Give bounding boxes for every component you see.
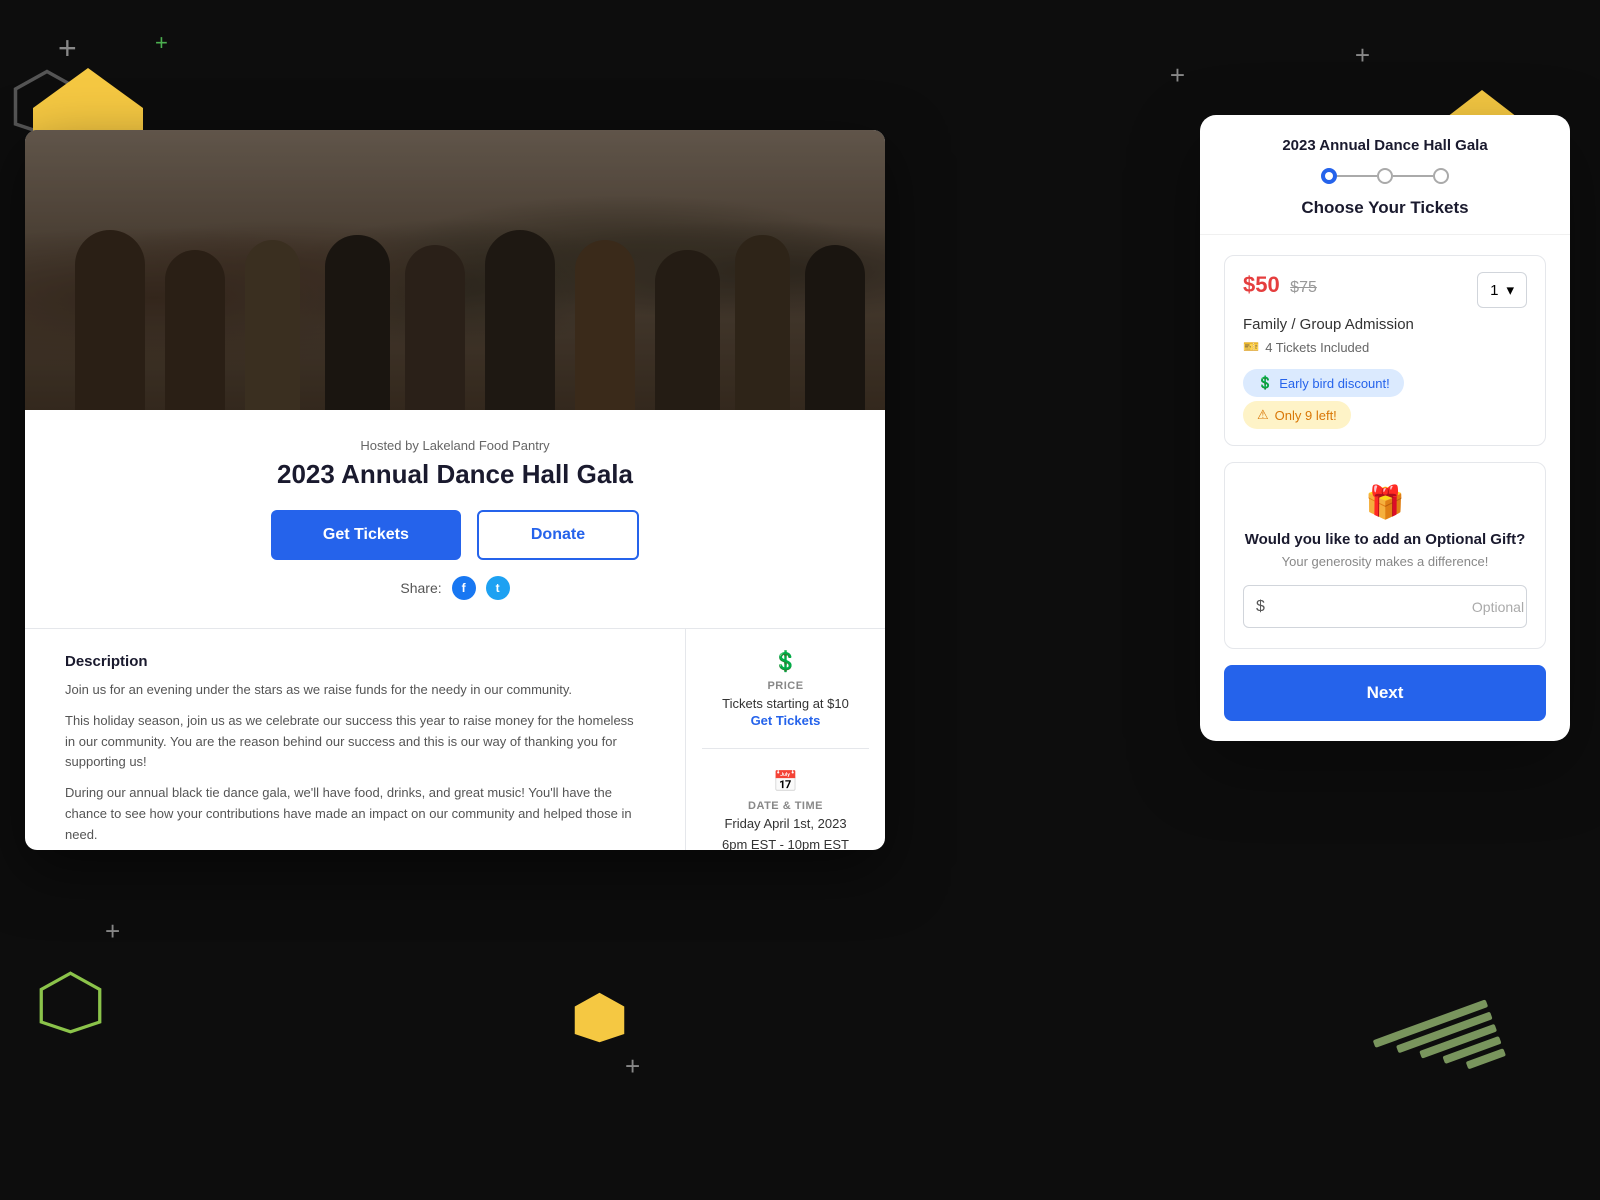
quantity-value: 1: [1490, 282, 1498, 299]
crowd-silhouettes: [25, 210, 885, 410]
quantity-selector[interactable]: 1 ▾: [1477, 272, 1527, 308]
description-heading: Description: [65, 653, 645, 670]
gift-input-row[interactable]: $ Optional: [1243, 585, 1527, 628]
panel-body: $50 $75 1 ▾ Family / Group Admission 🎫 4…: [1200, 235, 1570, 741]
hosted-by: Hosted by Lakeland Food Pantry: [65, 438, 845, 453]
deco-hex-outline-gray: [12, 68, 82, 138]
info-divider-1: [702, 748, 869, 749]
event-lower: Description Join us for an evening under…: [25, 628, 885, 850]
ticket-includes: 🎫 4 Tickets Included: [1243, 339, 1527, 355]
event-description: Description Join us for an evening under…: [25, 628, 685, 850]
early-bird-badge: 💲 Early bird discount!: [1243, 369, 1404, 397]
event-hero: [25, 130, 885, 410]
choose-tickets-label: Choose Your Tickets: [1224, 198, 1546, 218]
dollar-sign: $: [1256, 598, 1265, 616]
time-value: 6pm EST - 10pm EST: [702, 836, 869, 850]
desc-para-2: This holiday season, join us as we celeb…: [65, 711, 645, 773]
panel-header: 2023 Annual Dance Hall Gala Choose Your …: [1200, 115, 1570, 235]
desc-para-3: During our annual black tie dance gala, …: [65, 783, 645, 845]
gift-subtitle: Your generosity makes a difference!: [1243, 554, 1527, 569]
progress-steps: [1224, 168, 1546, 184]
ticket-includes-text: 4 Tickets Included: [1265, 340, 1369, 355]
price-info-block: 💲 PRICE Tickets starting at $10 Get Tick…: [702, 649, 869, 728]
price-value: Tickets starting at $10: [702, 695, 869, 713]
event-sidebar-right: 💲 PRICE Tickets starting at $10 Get Tick…: [685, 628, 885, 850]
deco-stripes: [1373, 986, 1558, 1135]
date-info-block: 📅 DATE & TIME Friday April 1st, 2023 6pm…: [702, 769, 869, 850]
deco-plus-6: +: [625, 1053, 640, 1080]
price-sale: $50: [1243, 272, 1280, 297]
event-page: Hosted by Lakeland Food Pantry 2023 Annu…: [25, 130, 885, 850]
deco-hex-outline-green: [38, 970, 103, 1035]
quantity-arrow: ▾: [1506, 281, 1514, 299]
gift-placeholder: Optional: [1472, 599, 1524, 615]
gift-title: Would you like to add an Optional Gift?: [1243, 531, 1527, 548]
price-label: PRICE: [702, 680, 869, 692]
get-tickets-button[interactable]: Get Tickets: [271, 510, 461, 560]
share-row: Share: f t: [65, 576, 845, 600]
step-3: [1433, 168, 1449, 184]
date-value: Friday April 1st, 2023: [702, 815, 869, 833]
step-2: [1377, 168, 1393, 184]
panel-title: 2023 Annual Dance Hall Gala: [1224, 137, 1546, 154]
deco-hex-filled-yellow: [572, 990, 627, 1045]
warning-icon: ⚠: [1257, 407, 1269, 423]
deco-plus-2: +: [155, 32, 168, 55]
step-line-1: [1337, 175, 1377, 177]
step-1: [1321, 168, 1337, 184]
deco-plus-5: +: [105, 918, 120, 945]
ticket-price-block: $50 $75: [1243, 272, 1317, 298]
ticket-top-row: $50 $75 1 ▾: [1243, 272, 1527, 308]
event-title: 2023 Annual Dance Hall Gala: [65, 459, 845, 490]
low-stock-badge: ⚠ Only 9 left!: [1243, 401, 1351, 429]
price-icon: 💲: [702, 649, 869, 674]
ticket-name: Family / Group Admission: [1243, 316, 1527, 333]
price-original: $75: [1290, 279, 1317, 296]
deco-plus-3: +: [1170, 62, 1185, 89]
ticket-icon: 🎫: [1243, 339, 1259, 355]
gift-icon: 🎁: [1243, 483, 1527, 521]
desc-para-1: Join us for an evening under the stars a…: [65, 680, 645, 701]
event-content: Hosted by Lakeland Food Pantry 2023 Annu…: [25, 410, 885, 628]
ticket-badges: 💲 Early bird discount! ⚠ Only 9 left!: [1243, 365, 1527, 429]
ticket-panel: 2023 Annual Dance Hall Gala Choose Your …: [1200, 115, 1570, 741]
early-bird-icon: 💲: [1257, 375, 1273, 391]
facebook-share-button[interactable]: f: [452, 576, 476, 600]
twitter-share-button[interactable]: t: [486, 576, 510, 600]
deco-plus-1: +: [58, 32, 77, 64]
date-label: DATE & TIME: [702, 800, 869, 812]
event-buttons: Get Tickets Donate: [65, 510, 845, 560]
event-page-container: Hosted by Lakeland Food Pantry 2023 Annu…: [25, 130, 885, 850]
step-line-2: [1393, 175, 1433, 177]
optional-gift-section: 🎁 Would you like to add an Optional Gift…: [1224, 462, 1546, 649]
ticket-option: $50 $75 1 ▾ Family / Group Admission 🎫 4…: [1224, 255, 1546, 446]
deco-plus-4: +: [1355, 42, 1370, 69]
next-button[interactable]: Next: [1224, 665, 1546, 721]
donate-button[interactable]: Donate: [477, 510, 639, 560]
calendar-icon: 📅: [702, 769, 869, 794]
price-get-tickets-link[interactable]: Get Tickets: [702, 713, 869, 728]
share-label: Share:: [400, 580, 441, 596]
gift-amount-input[interactable]: [1273, 586, 1472, 627]
